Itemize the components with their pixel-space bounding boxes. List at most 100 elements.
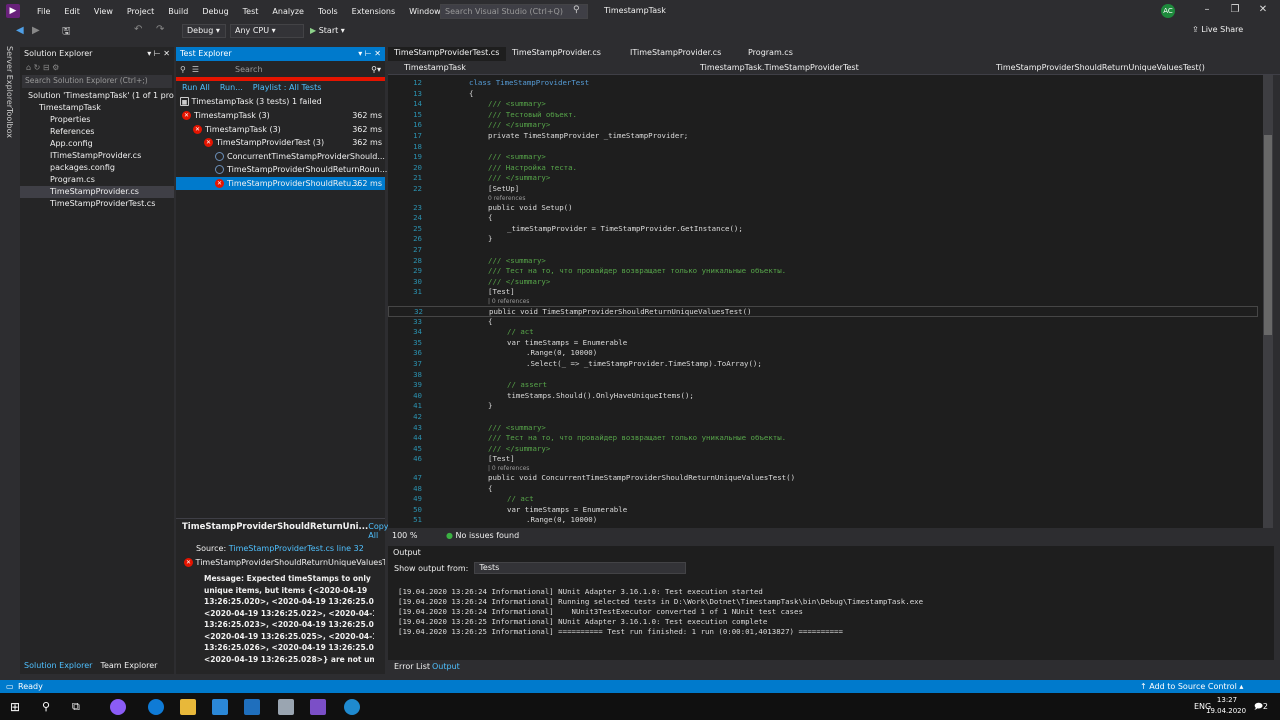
solution-item[interactable]: References	[20, 126, 174, 138]
tab-team-explorer[interactable]: Team Explorer	[100, 661, 157, 671]
forward-icon[interactable]: ▶	[32, 25, 40, 36]
playlist-button[interactable]: Playlist : All Tests	[253, 83, 322, 93]
solution-item[interactable]: TimeStampProviderTest.cs	[20, 198, 174, 210]
run-all-button[interactable]: Run All	[182, 83, 210, 93]
codelens-references[interactable]: | 0 references	[488, 298, 529, 305]
avatar[interactable]: AC	[1161, 4, 1175, 18]
editor-scrollbar[interactable]	[1263, 75, 1273, 528]
test-item[interactable]: ✕ TimestampTask (3) 362 ms	[176, 109, 385, 123]
back-icon[interactable]: ◀	[16, 25, 24, 36]
save-all-icon[interactable]: 🖫	[62, 24, 71, 41]
configuration-select[interactable]: Debug ▾	[182, 24, 226, 38]
server-explorer-tab[interactable]: Server Explorer	[5, 46, 14, 108]
undo-icon[interactable]: ↶	[134, 24, 142, 35]
minimize-icon[interactable]: –	[1200, 4, 1214, 18]
notification-icon[interactable]: 🗩2	[1254, 701, 1268, 715]
tab-error-list[interactable]: Error List	[394, 662, 430, 671]
code-editor[interactable]: 12 class TimeStampProviderTest 13 {14 /// <s…	[388, 75, 1263, 528]
code-line: 32 public void TimeStampProviderShouldRet…	[388, 306, 1258, 317]
file-explorer-icon[interactable]	[180, 699, 196, 715]
tab-solution-explorer[interactable]: Solution Explorer	[24, 661, 92, 671]
code-text: // act	[507, 494, 534, 504]
live-share-button[interactable]: ⇪ Live Share	[1192, 25, 1243, 34]
clock-time[interactable]: 13:27	[1212, 696, 1242, 704]
tab-file[interactable]: TimeStampProvider.cs	[506, 47, 624, 61]
codelens-references[interactable]: | 0 references	[488, 465, 529, 472]
menu-item-extensions[interactable]: Extensions	[345, 7, 402, 16]
solution-item[interactable]: Properties	[20, 114, 174, 126]
line-number: 45	[413, 443, 422, 453]
menu-item-debug[interactable]: Debug	[195, 7, 235, 16]
line-number: 48	[413, 483, 422, 493]
tab-file[interactable]: ITimeStampProvider.cs	[624, 47, 742, 61]
copy-all-link[interactable]: Copy All	[368, 522, 388, 540]
run-button[interactable]: Run...	[220, 83, 243, 93]
solution-item[interactable]: TimestampTask	[20, 102, 174, 114]
toolbox-tab[interactable]: Toolbox	[5, 108, 14, 138]
test-item[interactable]: TimeStampProviderShouldReturnRoun...	[176, 163, 387, 177]
nav-class-select[interactable]: TimestampTask.TimeStampProviderTest	[700, 63, 859, 72]
code-line: 24 {	[388, 213, 1258, 224]
visual-studio-icon[interactable]	[310, 699, 326, 715]
clock-date[interactable]: 19.04.2020	[1206, 707, 1246, 715]
solution-item[interactable]: TimeStampProvider.cs	[20, 186, 174, 198]
solution-item[interactable]: packages.config	[20, 162, 174, 174]
solution-item[interactable]: Solution 'TimestampTask' (1 of 1 pro	[20, 90, 174, 102]
source-link[interactable]: TimeStampProviderTest.cs line 32	[229, 544, 364, 553]
solution-search-input[interactable]: Search Solution Explorer (Ctrl+;)	[22, 75, 172, 88]
menu-item-build[interactable]: Build	[161, 7, 195, 16]
codelens-references[interactable]: 0 references	[488, 195, 526, 202]
menu-item-view[interactable]: View	[87, 7, 120, 16]
menu-item-project[interactable]: Project	[120, 7, 161, 16]
search-icon[interactable]: ⚲▾	[371, 65, 381, 74]
test-item[interactable]: ✕ TimeStampProviderShouldRetu... 362 ms	[176, 176, 385, 190]
app-icon[interactable]	[110, 699, 126, 715]
nav-project-select[interactable]: TimestampTask	[404, 63, 466, 72]
nav-member-select[interactable]: TimeStampProviderShouldReturnUniqueValue…	[996, 63, 1205, 72]
platform-select[interactable]: Any CPU ▾	[230, 24, 304, 38]
maximize-icon[interactable]: ❐	[1228, 4, 1242, 18]
test-search-input[interactable]: Search	[235, 65, 365, 74]
search-icon[interactable]: ⚲	[42, 700, 58, 716]
menu-item-test[interactable]: Test	[236, 7, 266, 16]
redo-icon[interactable]: ↷	[156, 24, 164, 35]
solution-item[interactable]: App.config	[20, 138, 174, 150]
pin-icon[interactable]: ▾ ⊢ ✕	[147, 49, 170, 59]
scrollbar-thumb[interactable]	[1264, 135, 1272, 335]
tab-file[interactable]: TimeStampProviderTest.cs	[388, 47, 506, 61]
test-item[interactable]: ✕ TimestampTask (3) 362 ms	[176, 123, 385, 137]
run-icon[interactable]: ⚲	[180, 65, 186, 74]
line-number: 40	[413, 390, 422, 400]
mail-icon[interactable]	[244, 699, 260, 715]
start-button[interactable]: ▶ Start ▾	[310, 26, 345, 35]
app-icon[interactable]	[278, 699, 294, 715]
close-icon[interactable]: ✕	[1256, 4, 1270, 18]
search-input[interactable]: Search Visual Studio (Ctrl+Q)	[440, 4, 588, 19]
windows-start-icon[interactable]: ⊞	[10, 700, 26, 716]
output-source-select[interactable]: Tests	[474, 562, 687, 574]
code-line: 15 /// Тестовый объект.	[388, 110, 1258, 121]
task-view-icon[interactable]: ⧉	[72, 700, 88, 716]
store-icon[interactable]	[212, 699, 228, 715]
app-icon[interactable]	[344, 699, 360, 715]
tab-output[interactable]: Output	[432, 662, 460, 671]
solution-item[interactable]: Program.cs	[20, 174, 174, 186]
menu-item-file[interactable]: File	[30, 7, 57, 16]
solution-item[interactable]: ITimeStampProvider.cs	[20, 150, 174, 162]
code-line: 17 private TimeStampProvider _timeStampPr…	[388, 131, 1258, 142]
test-item[interactable]: ✕ TimeStampProviderTest (3) 362 ms	[176, 136, 385, 150]
menu-item-tools[interactable]: Tools	[311, 7, 345, 16]
tab-file[interactable]: Program.cs	[742, 47, 860, 61]
solution-bottom-tabs: Solution Explorer Team Explorer	[20, 659, 174, 673]
source-control-button[interactable]: ↑ Add to Source Control ▴	[1140, 682, 1243, 691]
test-item[interactable]: ConcurrentTimeStampProviderShould...	[176, 150, 385, 164]
no-issues-indicator[interactable]: ● No issues found	[446, 531, 519, 540]
test-duration: 362 ms	[352, 124, 382, 134]
edge-icon[interactable]	[148, 699, 164, 715]
close-icon[interactable]: ▾ ⊢ ✕	[358, 49, 381, 59]
search-icon[interactable]: ⚲	[573, 5, 580, 15]
zoom-level[interactable]: 100 %	[392, 531, 417, 540]
group-icon[interactable]: ☰	[192, 65, 199, 74]
menu-item-edit[interactable]: Edit	[57, 7, 87, 16]
menu-item-analyze[interactable]: Analyze	[265, 7, 311, 16]
